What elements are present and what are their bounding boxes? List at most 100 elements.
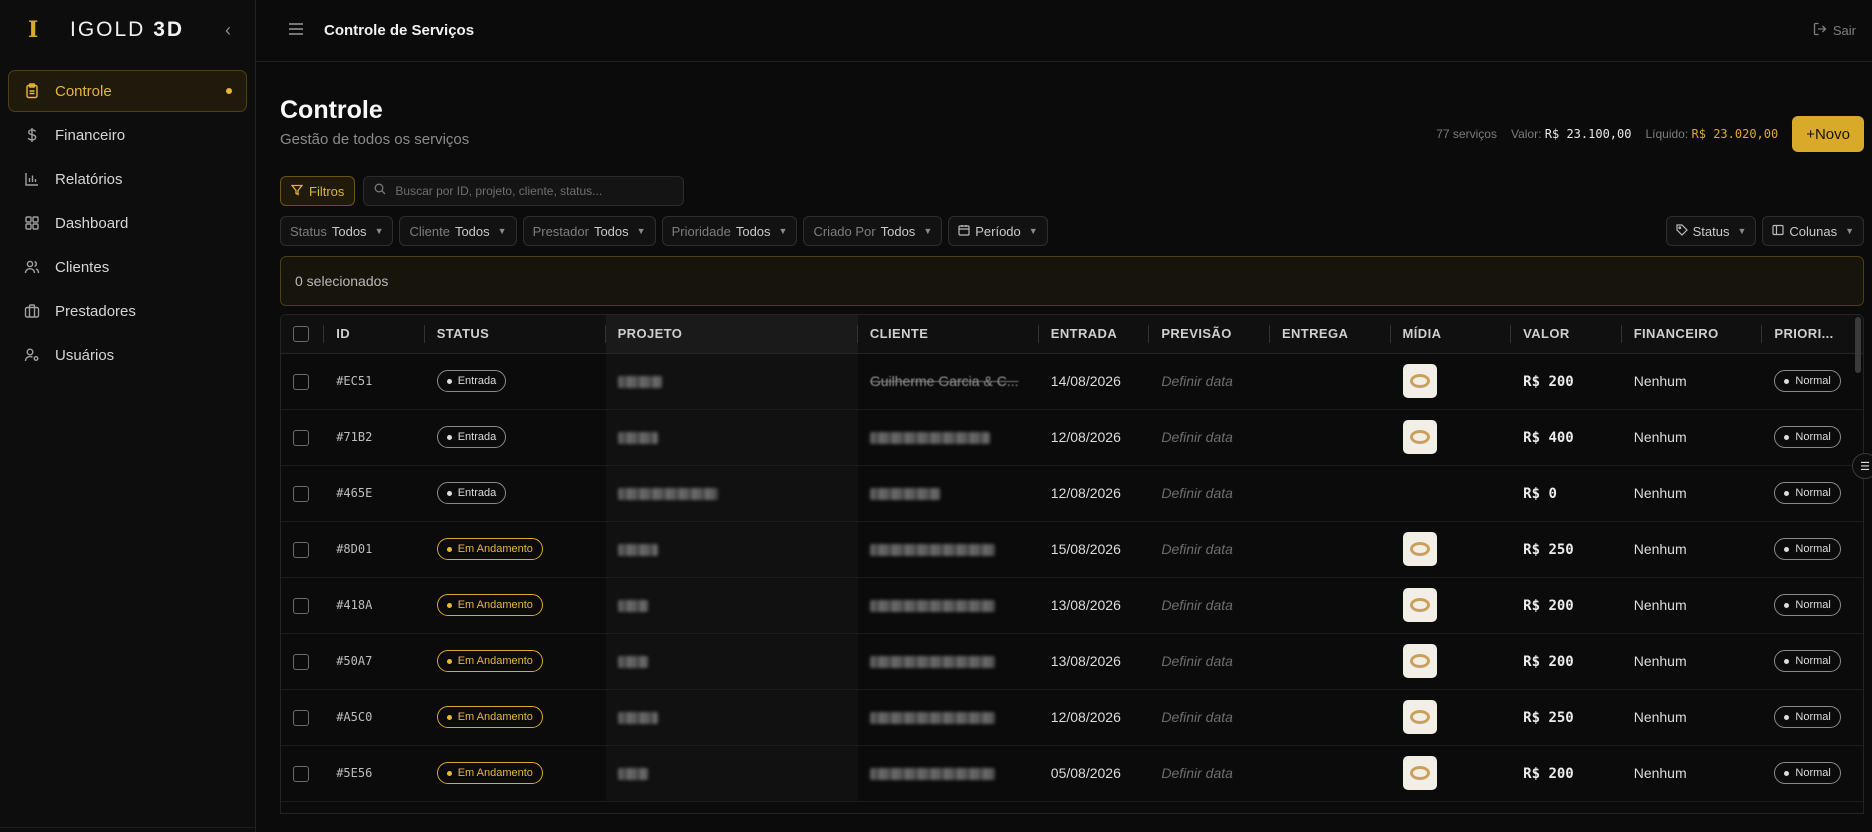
content: Controle Gestão de todos os serviços 77 … (256, 62, 1872, 814)
sidebar-item-dashboard[interactable]: Dashboard (8, 202, 247, 244)
filters-button[interactable]: Filtros (280, 176, 356, 206)
row-financeiro: Nenhum (1621, 689, 1763, 746)
row-entrada: 05/08/2026 (1038, 745, 1150, 802)
collapse-sidebar-icon[interactable]: ‹ (225, 20, 231, 41)
prestador-filter[interactable]: Prestador Todos ▼ (522, 216, 656, 246)
col-header-status[interactable]: STATUS (424, 315, 606, 354)
row-checkbox[interactable] (293, 373, 309, 390)
status-badge[interactable]: Entrada (436, 426, 507, 448)
media-thumbnail[interactable] (1402, 364, 1437, 398)
status-badge[interactable]: Entrada (436, 482, 507, 504)
row-previsao[interactable]: Definir data (1149, 521, 1270, 578)
col-header-prioridade[interactable]: PRIORI... (1762, 315, 1863, 354)
table-row[interactable]: #71B2 Entrada 12/08/2026 Definir data R$… (281, 409, 1863, 466)
row-previsao[interactable]: Definir data (1149, 633, 1270, 690)
filter-label: Prioridade (671, 223, 731, 239)
chevron-down-icon: ▼ (923, 226, 933, 236)
row-id[interactable]: #8D01 (324, 521, 425, 578)
row-prioridade: Normal (1762, 689, 1863, 746)
media-thumbnail[interactable] (1402, 588, 1437, 622)
bar-chart-icon (23, 170, 41, 188)
period-filter[interactable]: Período ▼ (948, 216, 1048, 246)
col-header-entrada[interactable]: ENTRADA (1038, 315, 1150, 354)
status-filter[interactable]: Status Todos ▼ (280, 216, 394, 246)
sidebar-item-financeiro[interactable]: Financeiro (8, 114, 247, 156)
row-id[interactable]: #71B2 (324, 409, 425, 466)
row-id[interactable]: #465E (324, 465, 425, 522)
table-row[interactable]: #50A7 Em Andamento 13/08/2026 Definir da… (281, 633, 1863, 690)
row-previsao[interactable]: Definir data (1149, 353, 1270, 410)
logout-button[interactable]: Sair (1813, 22, 1856, 39)
row-previsao[interactable]: Definir data (1149, 465, 1270, 522)
table-row[interactable]: #8D01 Em Andamento 15/08/2026 Definir da… (281, 521, 1863, 578)
col-header-id[interactable]: ID (324, 315, 425, 354)
row-previsao[interactable]: Definir data (1149, 745, 1270, 802)
priority-badge[interactable]: Normal (1774, 482, 1841, 504)
table-scrollbar[interactable] (1855, 317, 1861, 373)
row-previsao[interactable]: Definir data (1149, 689, 1270, 746)
table-row[interactable]: #EC51 Entrada Guilherme Garcia & C... 14… (281, 353, 1863, 410)
columns-button[interactable]: Colunas ▼ (1762, 216, 1864, 246)
status-badge[interactable]: Em Andamento (436, 706, 543, 728)
row-valor: R$ 250 (1511, 521, 1622, 578)
col-header-midia[interactable]: MÍDIA (1390, 315, 1512, 354)
prioridade-filter[interactable]: Prioridade Todos ▼ (661, 216, 798, 246)
row-previsao[interactable]: Definir data (1149, 409, 1270, 466)
priority-badge[interactable]: Normal (1774, 426, 1841, 448)
table-row[interactable]: #A5C0 Em Andamento 12/08/2026 Definir da… (281, 689, 1863, 746)
media-thumbnail[interactable] (1402, 700, 1437, 734)
row-id[interactable]: #418A (324, 577, 425, 634)
col-header-cliente[interactable]: CLIENTE (857, 315, 1039, 354)
menu-icon[interactable] (288, 20, 304, 41)
row-checkbox[interactable] (293, 597, 309, 614)
cliente-filter[interactable]: Cliente Todos ▼ (399, 216, 517, 246)
row-checkbox[interactable] (293, 765, 309, 782)
row-checkbox[interactable] (293, 541, 309, 558)
media-thumbnail[interactable] (1402, 420, 1437, 454)
sidebar-item-controle[interactable]: Controle (8, 70, 247, 112)
table-row[interactable]: #418A Em Andamento 13/08/2026 Definir da… (281, 577, 1863, 634)
status-badge[interactable]: Em Andamento (436, 650, 543, 672)
row-id[interactable]: #50A7 (324, 633, 425, 690)
row-id[interactable]: #5E56 (324, 745, 425, 802)
sidebar-item-clientes[interactable]: Clientes (8, 246, 247, 288)
new-service-button[interactable]: +Novo (1792, 116, 1864, 152)
col-header-previsao[interactable]: PREVISÃO (1149, 315, 1270, 354)
status-tag-button[interactable]: Status ▼ (1665, 216, 1757, 246)
criado-por-filter[interactable]: Criado Por Todos ▼ (803, 216, 943, 246)
table-row[interactable]: #5E56 Em Andamento 05/08/2026 Definir da… (281, 745, 1863, 802)
search-input[interactable] (395, 184, 674, 198)
row-previsao[interactable]: Definir data (1149, 577, 1270, 634)
select-all-checkbox[interactable] (293, 326, 309, 343)
priority-badge[interactable]: Normal (1774, 706, 1841, 728)
valor-total: R$ 23.100,00 (1544, 127, 1632, 141)
status-badge[interactable]: Entrada (436, 370, 507, 392)
col-header-financeiro[interactable]: FINANCEIRO (1621, 315, 1763, 354)
col-header-entrega[interactable]: ENTREGA (1269, 315, 1391, 354)
media-thumbnail[interactable] (1402, 644, 1437, 678)
sidebar-item-usuarios[interactable]: Usuários (8, 334, 247, 376)
column-settings-icon[interactable]: ☰ (1852, 453, 1872, 479)
priority-badge[interactable]: Normal (1774, 650, 1841, 672)
row-checkbox[interactable] (293, 653, 309, 670)
status-badge[interactable]: Em Andamento (436, 762, 543, 784)
col-header-valor[interactable]: VALOR (1511, 315, 1622, 354)
priority-badge[interactable]: Normal (1774, 762, 1841, 784)
col-header-projeto[interactable]: PROJETO (605, 315, 858, 354)
table-row[interactable]: #465E Entrada 12/08/2026 Definir data R$… (281, 465, 1863, 522)
priority-badge[interactable]: Normal (1774, 370, 1841, 392)
status-badge[interactable]: Em Andamento (436, 594, 543, 616)
media-thumbnail[interactable] (1402, 756, 1437, 790)
media-thumbnail[interactable] (1402, 532, 1437, 566)
row-id[interactable]: #A5C0 (324, 689, 425, 746)
row-checkbox[interactable] (293, 485, 309, 502)
status-badge[interactable]: Em Andamento (436, 538, 543, 560)
priority-badge[interactable]: Normal (1774, 538, 1841, 560)
row-checkbox[interactable] (293, 429, 309, 446)
sidebar-item-relatorios[interactable]: Relatórios (8, 158, 247, 200)
row-id[interactable]: #EC51 (324, 353, 425, 410)
row-checkbox[interactable] (293, 709, 309, 726)
priority-badge[interactable]: Normal (1774, 594, 1841, 616)
row-entrega (1269, 465, 1391, 522)
sidebar-item-prestadores[interactable]: Prestadores (8, 290, 247, 332)
